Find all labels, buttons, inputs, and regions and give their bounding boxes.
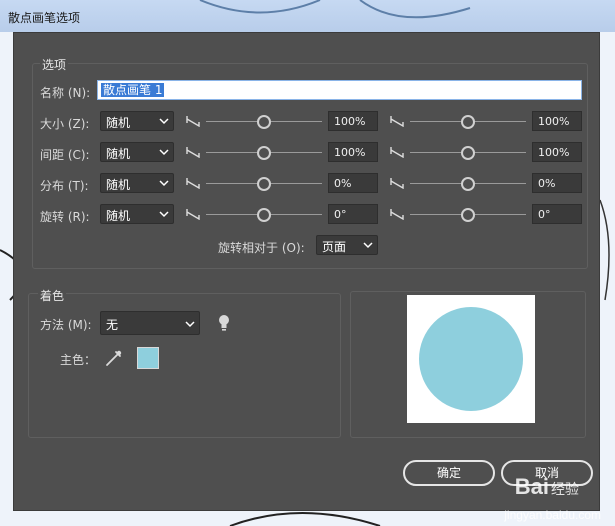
spacing-min-field[interactable]: 100% [328, 142, 378, 162]
name-label: 名称 (N): [40, 86, 91, 100]
rotation-max-value: 0° [538, 208, 551, 221]
rotation-min-field[interactable]: 0° [328, 204, 378, 224]
slider-thumb[interactable] [461, 208, 475, 222]
slider-thumb[interactable] [257, 146, 271, 160]
rotate-relative-select[interactable]: 页面 [316, 235, 378, 255]
rotate-relative-value: 页面 [322, 240, 347, 254]
scatter-max-field[interactable]: 0% [532, 173, 582, 193]
rotate-relative-label: 旋转相对于 (O): [218, 241, 305, 255]
preview-canvas [419, 307, 523, 411]
size-max-field[interactable]: 100% [532, 111, 582, 131]
chevron-down-icon [185, 321, 195, 328]
preview-circle [419, 307, 523, 411]
chevron-down-icon [159, 180, 169, 187]
chevron-down-icon [159, 211, 169, 218]
scatter-mode-value: 随机 [106, 178, 131, 192]
spacing-min-value: 100% [334, 146, 366, 159]
size-max-value: 100% [538, 115, 570, 128]
size-min-value: 100% [334, 115, 366, 128]
spacing-max-field[interactable]: 100% [532, 142, 582, 162]
key-color-swatch[interactable] [137, 347, 159, 369]
spacing-max-value: 100% [538, 146, 570, 159]
scatter-label: 分布 (T): [40, 179, 89, 193]
rotation-max-slider[interactable] [390, 204, 530, 224]
scatter-min-field[interactable]: 0% [328, 173, 378, 193]
size-max-slider[interactable] [390, 111, 530, 131]
scatter-brush-options-dialog: 选项 名称 (N): 散点画笔 1 大小 (Z): 随机 100% 100% 间… [13, 32, 600, 511]
slider-max-icon [390, 116, 404, 127]
slider-max-icon [390, 209, 404, 220]
rotation-label: 旋转 (R): [40, 210, 90, 224]
watermark-url: jingyan.baidu.com [504, 508, 601, 522]
size-mode-select[interactable]: 随机 [100, 111, 174, 131]
slider-thumb[interactable] [461, 177, 475, 191]
method-label: 方法 (M): [40, 318, 92, 332]
size-min-field[interactable]: 100% [328, 111, 378, 131]
spacing-min-slider[interactable] [186, 142, 326, 162]
slider-max-icon [390, 178, 404, 189]
method-value: 无 [106, 318, 119, 332]
size-min-slider[interactable] [186, 111, 326, 131]
scatter-mode-select[interactable]: 随机 [100, 173, 174, 193]
rotation-mode-value: 随机 [106, 209, 131, 223]
rotation-min-value: 0° [334, 208, 347, 221]
key-color-label: 主色： [60, 353, 97, 367]
rotation-mode-select[interactable]: 随机 [100, 204, 174, 224]
brush-preview [407, 295, 535, 423]
slider-max-icon [390, 147, 404, 158]
chevron-down-icon [159, 149, 169, 156]
slider-thumb[interactable] [257, 115, 271, 129]
eyedropper-icon[interactable] [105, 349, 123, 367]
chevron-down-icon [159, 118, 169, 125]
window-titlebar[interactable]: 散点画笔选项 [0, 0, 615, 32]
spacing-max-slider[interactable] [390, 142, 530, 162]
window-title: 散点画笔选项 [8, 11, 81, 25]
spacing-mode-select[interactable]: 随机 [100, 142, 174, 162]
scatter-min-value: 0% [334, 177, 352, 190]
slider-thumb[interactable] [257, 177, 271, 191]
scatter-min-slider[interactable] [186, 173, 326, 193]
slider-min-icon [186, 178, 200, 189]
slider-thumb[interactable] [461, 115, 475, 129]
chevron-down-icon [363, 242, 373, 249]
ok-button[interactable]: 确定 [403, 460, 495, 486]
titlebar-decoration [199, 0, 471, 19]
slider-min-icon [186, 116, 200, 127]
slider-thumb[interactable] [461, 146, 475, 160]
size-label: 大小 (Z): [40, 117, 90, 131]
rotation-min-slider[interactable] [186, 204, 326, 224]
options-group-title: 选项 [40, 56, 69, 73]
method-select[interactable]: 无 [100, 311, 200, 335]
spacing-mode-value: 随机 [106, 147, 131, 161]
rotation-max-field[interactable]: 0° [532, 204, 582, 224]
watermark-brand: Bai [514, 474, 549, 499]
slider-min-icon [186, 209, 200, 220]
name-input[interactable]: 散点画笔 1 [97, 80, 582, 100]
name-input-value: 散点画笔 1 [101, 83, 165, 97]
slider-min-icon [186, 147, 200, 158]
size-mode-value: 随机 [106, 116, 131, 130]
baidu-watermark: Bai 经验 [515, 474, 579, 500]
scatter-max-value: 0% [538, 177, 556, 190]
scatter-max-slider[interactable] [390, 173, 530, 193]
slider-thumb[interactable] [257, 208, 271, 222]
colorization-group-title: 着色 [38, 287, 67, 304]
spacing-label: 间距 (C): [40, 148, 90, 162]
lightbulb-icon[interactable] [217, 314, 231, 332]
watermark-suffix: 经验 [551, 481, 579, 497]
